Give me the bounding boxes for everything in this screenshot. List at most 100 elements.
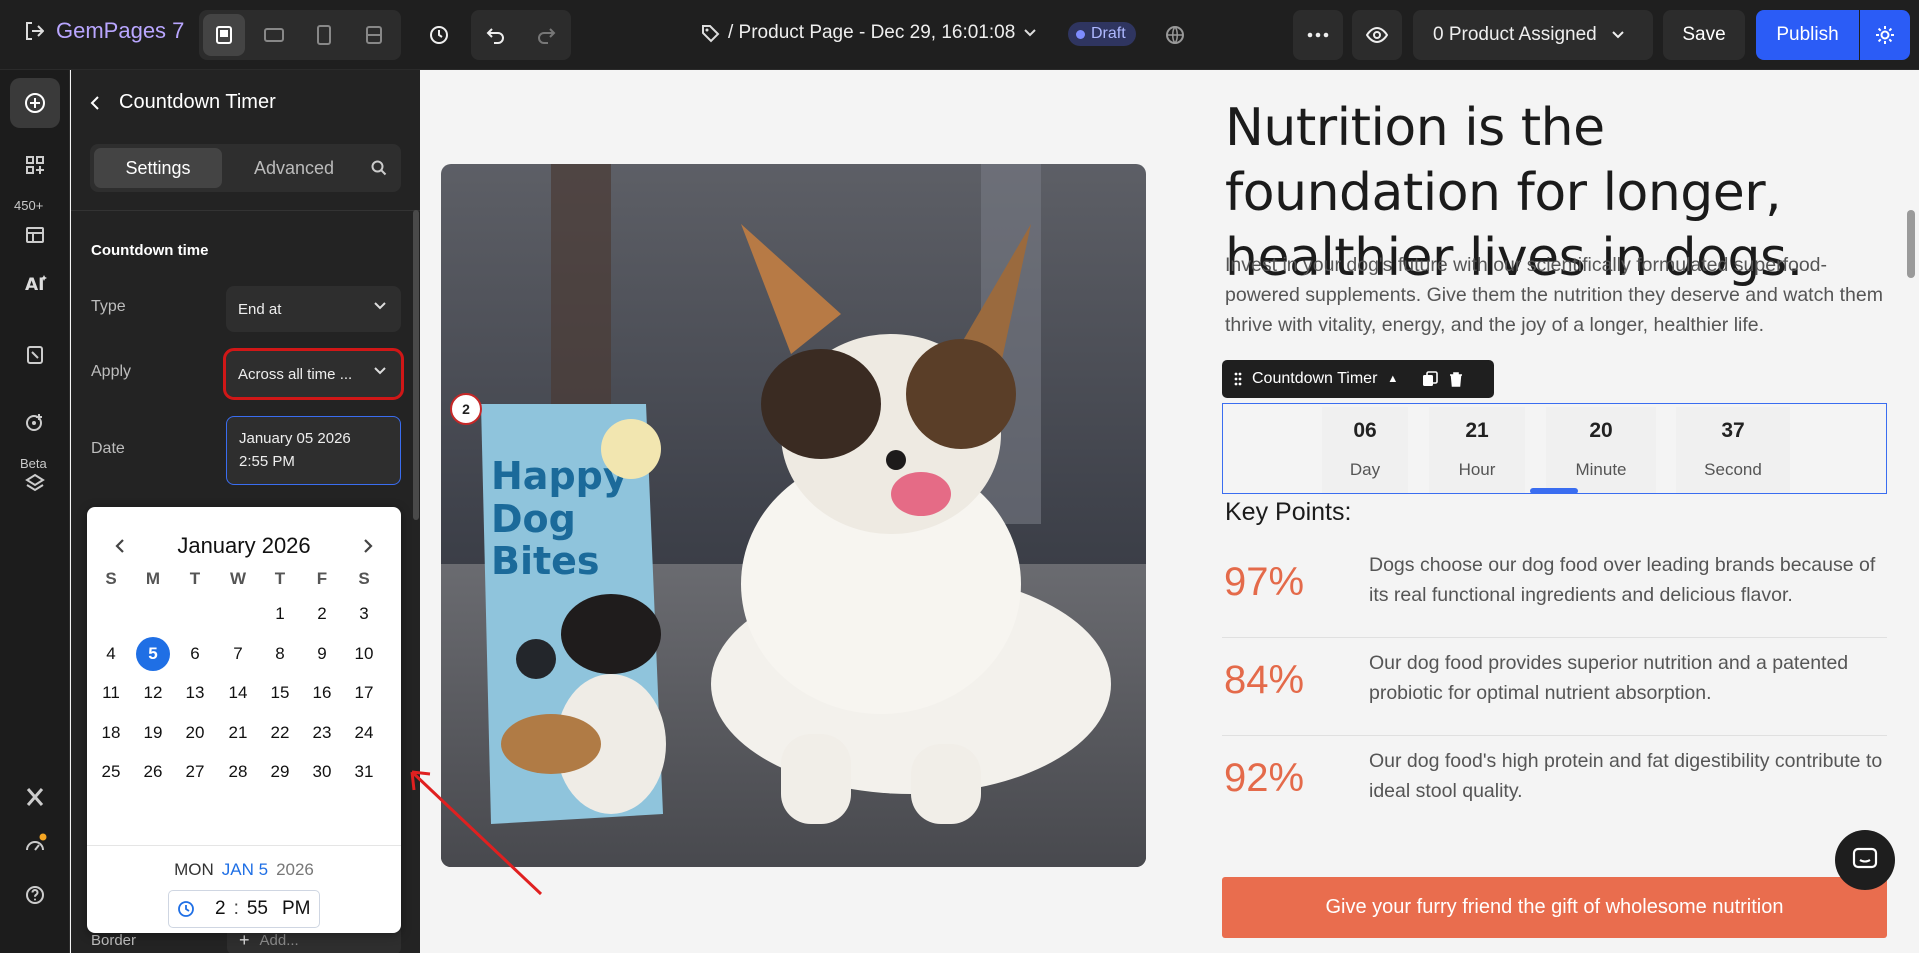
ai-icon: AI bbox=[25, 275, 47, 293]
trash-icon[interactable] bbox=[1448, 371, 1464, 387]
back-icon[interactable] bbox=[89, 94, 101, 112]
more-options-button[interactable] bbox=[1293, 10, 1343, 60]
key-points-title[interactable]: Key Points: bbox=[1225, 498, 1351, 527]
calendar-day[interactable]: 15 bbox=[263, 676, 297, 710]
pages-button[interactable] bbox=[10, 330, 60, 380]
section-subtext[interactable]: Invest in your dog's future with our sci… bbox=[1225, 250, 1885, 340]
speed-button[interactable] bbox=[10, 820, 60, 870]
panel-search-button[interactable] bbox=[360, 148, 398, 188]
sections-button[interactable] bbox=[10, 140, 60, 190]
drag-handle-icon[interactable] bbox=[1234, 371, 1242, 387]
calendar-day[interactable]: 18 bbox=[94, 716, 128, 750]
calendar-day[interactable]: 23 bbox=[305, 716, 339, 750]
duplicate-icon[interactable] bbox=[1422, 371, 1439, 387]
apply-label: Apply bbox=[91, 363, 132, 380]
countdown-timer[interactable]: 06 Day 21 Hour 20 Minute 37 Second bbox=[1222, 403, 1887, 494]
calendar-day[interactable]: 28 bbox=[221, 755, 255, 789]
publish-settings-button[interactable] bbox=[1860, 10, 1910, 60]
history-button[interactable] bbox=[418, 14, 460, 56]
calendar-day[interactable]: 6 bbox=[178, 637, 212, 671]
canvas-scrollbar-thumb[interactable] bbox=[1907, 210, 1915, 278]
calendar-day[interactable]: 12 bbox=[136, 676, 170, 710]
mobile-view-button[interactable] bbox=[303, 14, 345, 56]
tablet-landscape-button[interactable] bbox=[253, 14, 295, 56]
calendar-day[interactable]: 14 bbox=[221, 676, 255, 710]
countdown-minute-label: Minute bbox=[1575, 460, 1627, 479]
time-ampm[interactable]: PM bbox=[282, 898, 311, 920]
svg-text:AI: AI bbox=[25, 275, 44, 293]
chevron-right-icon bbox=[364, 539, 373, 553]
countdown-element-toolbar[interactable]: Countdown Timer ▲ bbox=[1222, 360, 1494, 398]
tab-advanced[interactable]: Advanced bbox=[230, 148, 358, 188]
calendar-day[interactable]: 22 bbox=[263, 716, 297, 750]
stat-item[interactable]: 84% Our dog food provides superior nutri… bbox=[1222, 638, 1887, 736]
product-assigned-dropdown[interactable]: 0 Product Assigned bbox=[1413, 10, 1653, 60]
cta-button[interactable]: Give your furry friend the gift of whole… bbox=[1222, 877, 1887, 938]
stat-description: Our dog food provides superior nutrition… bbox=[1369, 652, 1849, 704]
plus-circle-icon bbox=[25, 93, 45, 113]
calendar-day[interactable]: 4 bbox=[94, 637, 128, 671]
app-logo[interactable]: GemPages 7 bbox=[24, 18, 184, 44]
calendar-day[interactable]: 25 bbox=[94, 755, 128, 789]
calendar-day[interactable]: 31 bbox=[347, 755, 381, 789]
save-button[interactable]: Save bbox=[1663, 10, 1745, 60]
help-button[interactable] bbox=[10, 870, 60, 920]
calendar-day[interactable]: 16 bbox=[305, 676, 339, 710]
beta-feature-button[interactable] bbox=[10, 402, 60, 442]
countdown-minute-value: 20 bbox=[1589, 419, 1613, 442]
countdown-second-label: Second bbox=[1704, 460, 1762, 479]
calendar-day[interactable]: 7 bbox=[221, 637, 255, 671]
calendar-day[interactable]: 2 bbox=[305, 597, 339, 631]
stat-item[interactable]: 92% Our dog food's high protein and fat … bbox=[1222, 736, 1887, 834]
publish-button[interactable]: Publish bbox=[1756, 10, 1859, 60]
time-input[interactable]: 2 : 55 PM bbox=[168, 890, 320, 928]
calendar-day[interactable]: 21 bbox=[221, 716, 255, 750]
step-marker: 2 bbox=[450, 393, 482, 425]
x-integration-button[interactable] bbox=[10, 772, 60, 822]
redo-button[interactable] bbox=[525, 14, 567, 56]
calendar-day[interactable]: 8 bbox=[263, 637, 297, 671]
apply-select[interactable]: Across all time ... bbox=[223, 348, 404, 400]
calendar-day[interactable]: 10 bbox=[347, 637, 381, 671]
chat-support-button[interactable] bbox=[1835, 830, 1895, 890]
time-minute[interactable]: 55 bbox=[247, 898, 268, 920]
resize-handle[interactable] bbox=[1530, 488, 1578, 494]
stat-description: Dogs choose our dog food over leading br… bbox=[1369, 554, 1876, 606]
calendar-day[interactable]: 3 bbox=[347, 597, 381, 631]
calendar-day[interactable]: 29 bbox=[263, 755, 297, 789]
custom-view-button[interactable] bbox=[353, 14, 395, 56]
stat-item[interactable]: 97% Dogs choose our dog food over leadin… bbox=[1222, 540, 1887, 638]
gem-ai-button[interactable] bbox=[1154, 14, 1196, 56]
calendar-day-selected[interactable]: 5 bbox=[136, 637, 170, 671]
calendar-day[interactable]: 30 bbox=[305, 755, 339, 789]
calendar-day[interactable]: 26 bbox=[136, 755, 170, 789]
tab-settings[interactable]: Settings bbox=[94, 148, 222, 188]
panel-scrollbar[interactable] bbox=[413, 210, 419, 520]
templates-button[interactable] bbox=[10, 210, 60, 260]
calendar-day[interactable]: 13 bbox=[178, 676, 212, 710]
type-select[interactable]: End at bbox=[226, 286, 401, 332]
calendar-day[interactable]: 24 bbox=[347, 716, 381, 750]
date-input[interactable]: January 05 2026 2:55 PM bbox=[226, 416, 401, 485]
calendar-header: January 2026 bbox=[87, 527, 401, 563]
calendar-day[interactable]: 19 bbox=[136, 716, 170, 750]
canvas-scrollbar[interactable] bbox=[1903, 70, 1919, 953]
calendar-day[interactable]: 20 bbox=[178, 716, 212, 750]
caret-up-icon[interactable]: ▲ bbox=[1387, 373, 1398, 385]
ai-button[interactable]: AI bbox=[10, 258, 60, 308]
calendar-day[interactable]: 17 bbox=[347, 676, 381, 710]
preview-button[interactable] bbox=[1352, 10, 1402, 60]
time-hour[interactable]: 2 bbox=[215, 898, 226, 920]
add-element-button[interactable] bbox=[10, 78, 60, 128]
border-placeholder: Add... bbox=[259, 931, 299, 949]
calendar-day[interactable]: 27 bbox=[178, 755, 212, 789]
undo-redo-group bbox=[471, 10, 571, 60]
calendar-day[interactable]: 1 bbox=[263, 597, 297, 631]
calendar-day[interactable]: 9 bbox=[305, 637, 339, 671]
next-month-button[interactable] bbox=[353, 533, 383, 559]
page-title[interactable]: / Product Page - Dec 29, 16:01:08 bbox=[700, 22, 1037, 44]
undo-button[interactable] bbox=[475, 14, 517, 56]
desktop-view-button[interactable] bbox=[203, 14, 245, 56]
calendar-day[interactable]: 11 bbox=[94, 676, 128, 710]
layers-button[interactable] bbox=[10, 458, 60, 508]
